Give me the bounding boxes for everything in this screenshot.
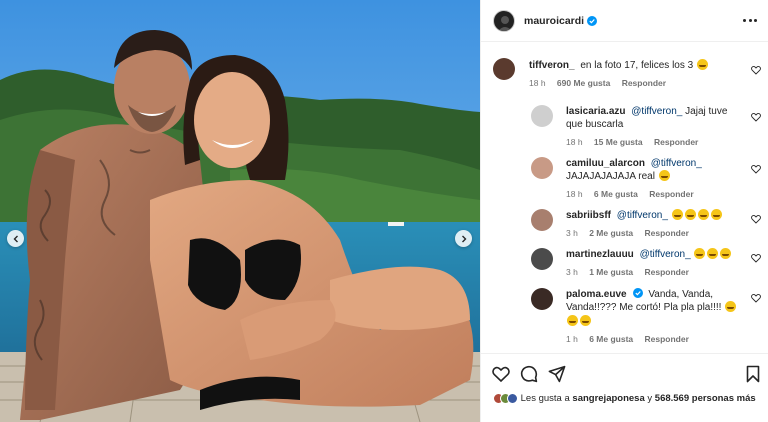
likes-suffix[interactable]: más — [737, 393, 756, 404]
comment-mention[interactable]: @tiffveron_ — [651, 158, 702, 169]
post-header: mauroicardi — [481, 0, 768, 42]
previous-photo-button[interactable] — [7, 230, 24, 247]
chevron-right-icon — [461, 235, 466, 242]
comments-list[interactable]: tiffveron_ en la foto 17, felices los 3 … — [481, 42, 768, 353]
liker-avatars[interactable] — [493, 393, 518, 408]
comment-username[interactable]: sabriibsff — [566, 210, 611, 221]
likes-count[interactable]: 568.569 personas — [655, 393, 734, 404]
emoji-icon — [707, 248, 719, 259]
comment-username[interactable]: paloma.euve — [566, 289, 627, 300]
comment-time[interactable]: 3 h — [566, 267, 578, 277]
emoji-icon — [725, 301, 737, 312]
photo-scene — [0, 0, 480, 422]
comment-text: JAJAJAJAJAJA real — [566, 171, 655, 182]
likes-prefix: Les gusta a — [520, 393, 570, 404]
commenter-avatar[interactable] — [531, 248, 553, 270]
emoji-icon — [694, 248, 706, 259]
emoji-icon — [697, 209, 709, 220]
comment-mention[interactable]: @tiffveron_ — [631, 106, 682, 117]
emoji-icon — [567, 315, 578, 326]
reply-button[interactable]: Responder — [645, 228, 689, 238]
emoji-icon — [580, 315, 591, 326]
emoji-icon — [658, 170, 670, 181]
comment-username[interactable]: tiffveron_ — [529, 60, 575, 71]
comment-username[interactable]: lasicaria.azu — [566, 106, 625, 117]
emoji-icon — [671, 209, 683, 220]
emoji-icon — [710, 209, 722, 220]
like-comment-heart-icon[interactable] — [751, 164, 761, 174]
comment-mention[interactable]: @tiffveron_ — [617, 210, 668, 221]
heart-icon[interactable] — [492, 365, 510, 383]
author-avatar[interactable] — [493, 9, 515, 32]
commenter-avatar[interactable] — [531, 157, 553, 179]
author-username[interactable]: mauroicardi — [524, 15, 584, 27]
reply-button[interactable]: Responder — [645, 334, 689, 344]
liker-username[interactable]: sangrejaponesa — [572, 393, 644, 404]
likes-summary: Les gusta a sangrejaponesa y 568.569 per… — [493, 393, 763, 408]
share-icon[interactable] — [548, 365, 566, 383]
chevron-left-icon — [13, 235, 18, 242]
like-comment-heart-icon[interactable] — [751, 293, 761, 303]
emoji-icon — [684, 209, 696, 220]
likes-joiner: y — [647, 393, 653, 404]
comment-likes[interactable]: 15 Me gusta — [594, 137, 643, 147]
comment-likes[interactable]: 6 Me gusta — [589, 334, 633, 344]
commenter-avatar[interactable] — [493, 58, 515, 80]
comment-likes[interactable]: 1 Me gusta — [589, 267, 633, 277]
more-horizontal-icon — [743, 18, 746, 22]
comment-likes[interactable]: 2 Me gusta — [589, 228, 633, 238]
commenter-avatar[interactable] — [531, 288, 553, 310]
reply-button[interactable]: Responder — [649, 189, 693, 199]
comment-likes[interactable]: 690 Me gusta — [557, 78, 610, 88]
reply-button[interactable]: Responder — [645, 267, 689, 277]
more-options-button[interactable] — [743, 14, 757, 26]
comment-icon[interactable] — [520, 365, 538, 383]
reply-button[interactable]: Responder — [654, 137, 698, 147]
like-comment-heart-icon[interactable] — [751, 65, 761, 75]
comment-mention[interactable]: @tiffveron_ — [640, 249, 691, 260]
comment-username[interactable]: martinezlauuu — [566, 249, 634, 260]
emoji-icon — [720, 248, 732, 259]
verified-badge-icon — [587, 15, 598, 26]
dot — [748, 18, 752, 22]
comment-time[interactable]: 1 h — [566, 334, 578, 344]
like-comment-heart-icon[interactable] — [751, 214, 761, 224]
next-photo-button[interactable] — [455, 230, 472, 247]
commenter-avatar[interactable] — [531, 209, 553, 231]
post-actions-bar — [481, 353, 768, 391]
comment-likes[interactable]: 6 Me gusta — [594, 189, 638, 199]
like-comment-heart-icon[interactable] — [751, 253, 761, 263]
comment-time[interactable]: 18 h — [529, 78, 546, 88]
comment-text: en la foto 17, felices los 3 — [580, 60, 694, 71]
commenter-avatar[interactable] — [531, 105, 553, 127]
dot — [754, 18, 757, 22]
like-comment-heart-icon[interactable] — [751, 112, 761, 122]
verified-badge-icon — [632, 288, 643, 298]
comment-username[interactable]: camiluu_alarcon — [566, 158, 645, 169]
reply-button[interactable]: Responder — [622, 78, 666, 88]
emoji-icon — [696, 59, 708, 70]
comment-time[interactable]: 3 h — [566, 228, 578, 238]
comment-time[interactable]: 18 h — [566, 137, 583, 147]
avatar — [507, 393, 518, 404]
post-photo[interactable] — [0, 0, 480, 422]
post-sidebar: mauroicardi tiffveron_ en la foto 17, fe… — [480, 0, 768, 422]
bookmark-icon[interactable] — [744, 365, 762, 383]
comment-time[interactable]: 18 h — [566, 189, 583, 199]
